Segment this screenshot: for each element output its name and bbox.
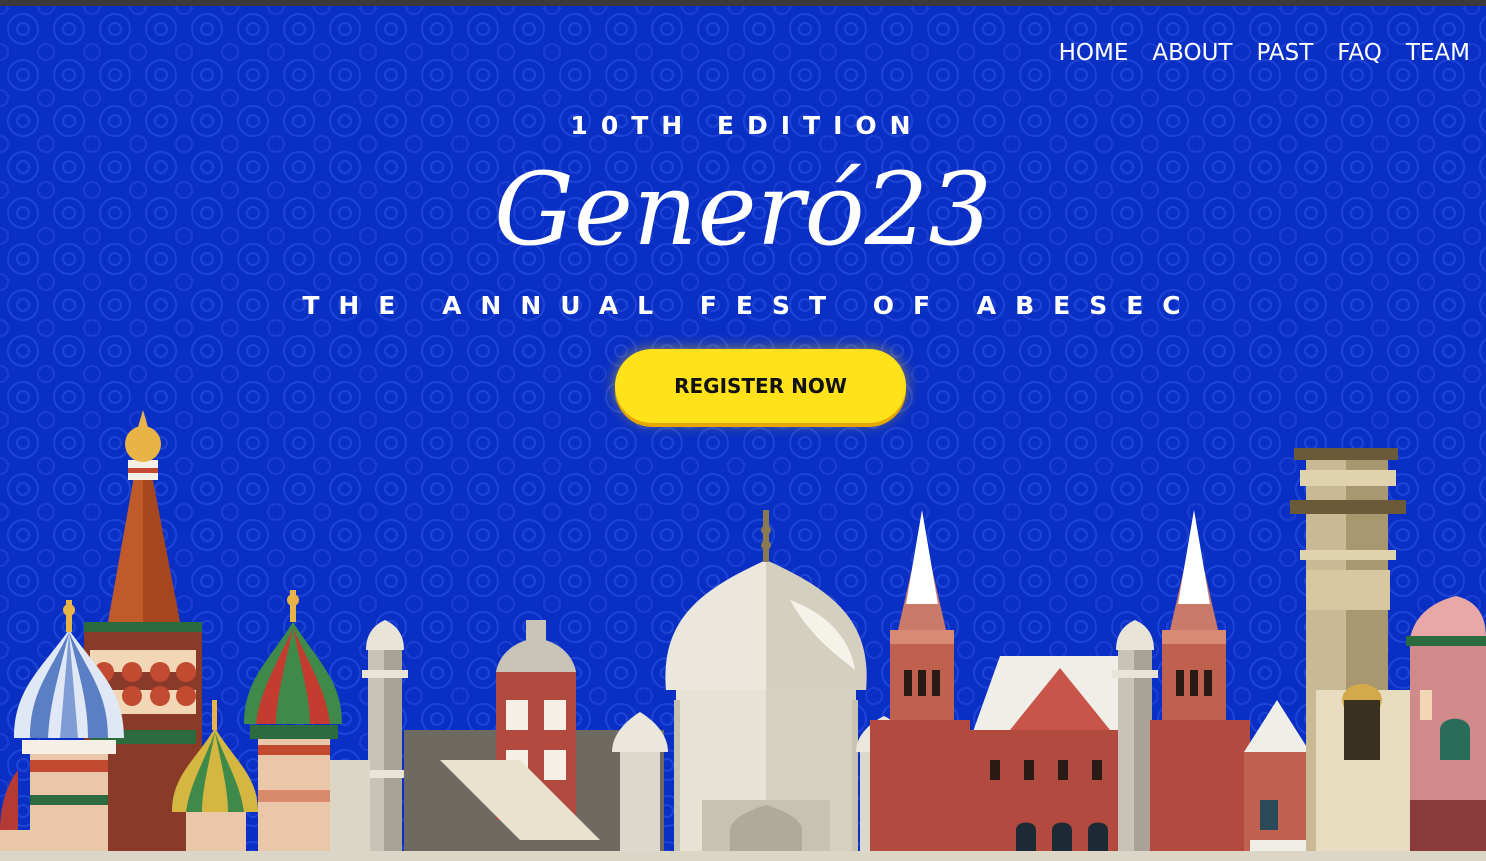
- taj-mahal: [612, 510, 912, 861]
- small-red-dome: [0, 770, 30, 861]
- ornate-pink-building: [1406, 596, 1486, 861]
- fest-logo-title: Generó23: [494, 151, 992, 268]
- tan-tower: [1290, 448, 1426, 861]
- ground-strip: [0, 851, 1486, 861]
- red-tower-left: [870, 510, 970, 861]
- onion-dome-green-red: [244, 590, 342, 861]
- red-tower-right: [1150, 510, 1250, 861]
- nav-past-link[interactable]: PAST: [1256, 40, 1313, 66]
- main-nav: HOME ABOUT PAST FAQ TEAM: [1035, 40, 1470, 66]
- tagline: THE ANNUAL FEST OF ABESEC: [302, 291, 1200, 320]
- world-landmarks-skyline-illustration: [0, 410, 1486, 861]
- nav-home-link[interactable]: HOME: [1059, 40, 1129, 66]
- nav-team-link[interactable]: TEAM: [1406, 40, 1470, 66]
- nav-about-link[interactable]: ABOUT: [1152, 40, 1232, 66]
- nav-faq-link[interactable]: FAQ: [1337, 40, 1382, 66]
- edition-label: 10TH EDITION: [570, 111, 924, 140]
